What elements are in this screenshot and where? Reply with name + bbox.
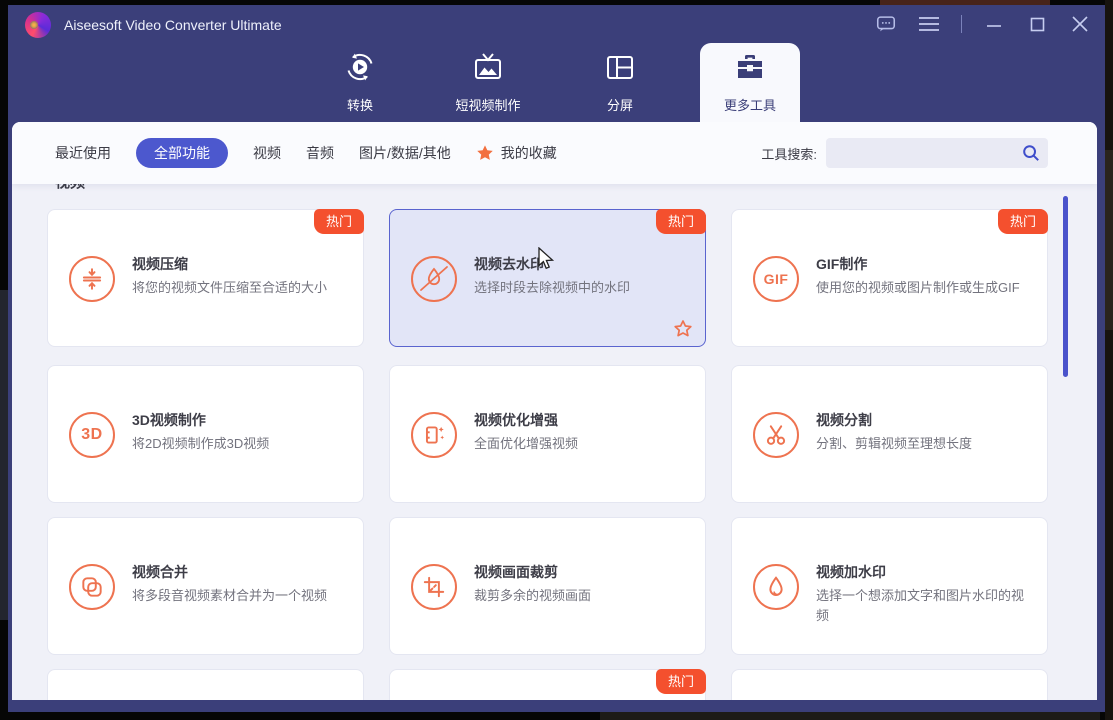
- tab-label: 短视频制作: [455, 95, 520, 114]
- card-title: 视频合并: [132, 562, 188, 582]
- tool-card-video-merger[interactable]: 视频合并 将多段音视频素材合并为一个视频: [47, 517, 364, 655]
- tool-card-video-watermark[interactable]: 视频加水印 选择一个想添加文字和图片水印的视频: [731, 517, 1048, 655]
- filter-audio[interactable]: 音频: [306, 143, 334, 163]
- desktop-background: [600, 712, 1100, 720]
- enhance-icon: [411, 412, 457, 458]
- app-title: Aiseesoft Video Converter Ultimate: [64, 17, 282, 33]
- menu-icon[interactable]: [918, 13, 940, 35]
- compress-icon: [69, 256, 115, 302]
- card-desc: 选择一个想添加文字和图片水印的视频: [816, 586, 1030, 626]
- card-title: 视频去水印: [474, 254, 544, 274]
- filter-video[interactable]: 视频: [253, 143, 281, 163]
- hot-badge: 热门: [656, 209, 706, 234]
- filter-recent[interactable]: 最近使用: [55, 143, 111, 163]
- search-label: 工具搜索:: [761, 144, 817, 163]
- card-title: 视频画面裁剪: [474, 562, 558, 582]
- tool-card-partial[interactable]: [47, 669, 364, 700]
- filter-favorites[interactable]: 我的收藏: [476, 143, 557, 163]
- tool-card-video-splitter[interactable]: 视频分割 分割、剪辑视频至理想长度: [731, 365, 1048, 503]
- card-title: 视频优化增强: [474, 410, 558, 430]
- card-desc: 使用您的视频或图片制作或生成GIF: [816, 278, 1030, 298]
- card-desc: 全面优化增强视频: [474, 434, 688, 454]
- tool-card-video-enhancer[interactable]: 视频优化增强 全面优化增强视频: [389, 365, 706, 503]
- search-input[interactable]: [826, 138, 1048, 168]
- minimize-icon[interactable]: [983, 13, 1005, 35]
- feedback-icon[interactable]: [875, 13, 897, 35]
- card-desc: 将2D视频制作成3D视频: [132, 434, 346, 454]
- card-title: 视频压缩: [132, 254, 188, 274]
- convert-icon: [344, 51, 376, 88]
- tab-label: 转换: [347, 95, 373, 114]
- hot-badge: 热门: [314, 209, 364, 234]
- tool-card-video-compressor[interactable]: 热门 视频压缩 将您的视频文件压缩至合适的大小: [47, 209, 364, 347]
- split-screen-icon: [604, 51, 636, 88]
- tab-label: 更多工具: [724, 95, 776, 114]
- titlebar-divider: [961, 15, 962, 33]
- tab-label: 分屏: [607, 95, 633, 114]
- tool-card-watermark-remover[interactable]: 热门 视频去水印 选择时段去除视频中的水印: [389, 209, 706, 347]
- card-desc: 将多段音视频素材合并为一个视频: [132, 586, 346, 606]
- card-title: 视频加水印: [816, 562, 886, 582]
- toolbox-icon: [734, 51, 766, 88]
- tool-card-video-cropper[interactable]: 视频画面裁剪 裁剪多余的视频画面: [389, 517, 706, 655]
- scrollbar-thumb[interactable]: [1063, 196, 1068, 377]
- three-d-icon: 3D: [69, 412, 115, 458]
- scissors-icon: [753, 412, 799, 458]
- hot-badge: 热门: [998, 209, 1048, 234]
- section-title-video: 视频: [55, 184, 85, 193]
- close-icon[interactable]: [1069, 13, 1091, 35]
- app-window: Aiseesoft Video Converter Ultimate: [8, 5, 1105, 712]
- tool-card-partial[interactable]: 热门: [389, 669, 706, 700]
- tab-split-screen[interactable]: 分屏: [570, 43, 670, 122]
- search-group: 工具搜索:: [761, 138, 1048, 168]
- filter-bar: 最近使用 全部功能 视频 音频 图片/数据/其他 我的收藏 工具搜索:: [12, 122, 1097, 184]
- maximize-icon[interactable]: [1026, 13, 1048, 35]
- search-icon[interactable]: [1021, 143, 1041, 163]
- main-nav: 转换 短视频制作 分屏: [8, 43, 1105, 122]
- short-video-icon: [472, 51, 504, 88]
- star-icon: [476, 144, 494, 162]
- tool-card-gif-maker[interactable]: 热门 GIF GIF制作 使用您的视频或图片制作或生成GIF: [731, 209, 1048, 347]
- tab-convert[interactable]: 转换: [310, 43, 410, 122]
- crop-icon: [411, 564, 457, 610]
- filter-image-data-other[interactable]: 图片/数据/其他: [359, 143, 451, 163]
- tab-mv-maker[interactable]: 短视频制作: [438, 43, 538, 122]
- content-area: 最近使用 全部功能 视频 音频 图片/数据/其他 我的收藏 工具搜索:: [12, 122, 1097, 700]
- tool-card-partial[interactable]: [731, 669, 1048, 700]
- card-title: 视频分割: [816, 410, 872, 430]
- desktop-background: [0, 290, 8, 620]
- card-desc: 分割、剪辑视频至理想长度: [816, 434, 1030, 454]
- desktop-background: [1105, 0, 1113, 720]
- card-desc: 裁剪多余的视频画面: [474, 586, 688, 606]
- card-desc: 选择时段去除视频中的水印: [474, 278, 688, 298]
- title-bar: Aiseesoft Video Converter Ultimate: [8, 5, 1105, 43]
- gif-icon: GIF: [753, 256, 799, 302]
- card-title: 3D视频制作: [132, 410, 206, 430]
- favorite-star-icon[interactable]: [673, 319, 693, 339]
- water-drop-icon: [753, 564, 799, 610]
- tab-more-tools[interactable]: 更多工具: [700, 43, 800, 122]
- card-desc: 将您的视频文件压缩至合适的大小: [132, 278, 346, 298]
- filter-all-functions[interactable]: 全部功能: [136, 138, 228, 168]
- favorites-label: 我的收藏: [501, 143, 557, 163]
- watermark-remove-icon: [411, 256, 457, 302]
- desktop-background: [1105, 150, 1113, 330]
- tool-card-3d-maker[interactable]: 3D 3D视频制作 将2D视频制作成3D视频: [47, 365, 364, 503]
- hot-badge: 热门: [656, 669, 706, 694]
- card-title: GIF制作: [816, 254, 867, 274]
- merge-icon: [69, 564, 115, 610]
- app-logo-icon: [25, 12, 51, 38]
